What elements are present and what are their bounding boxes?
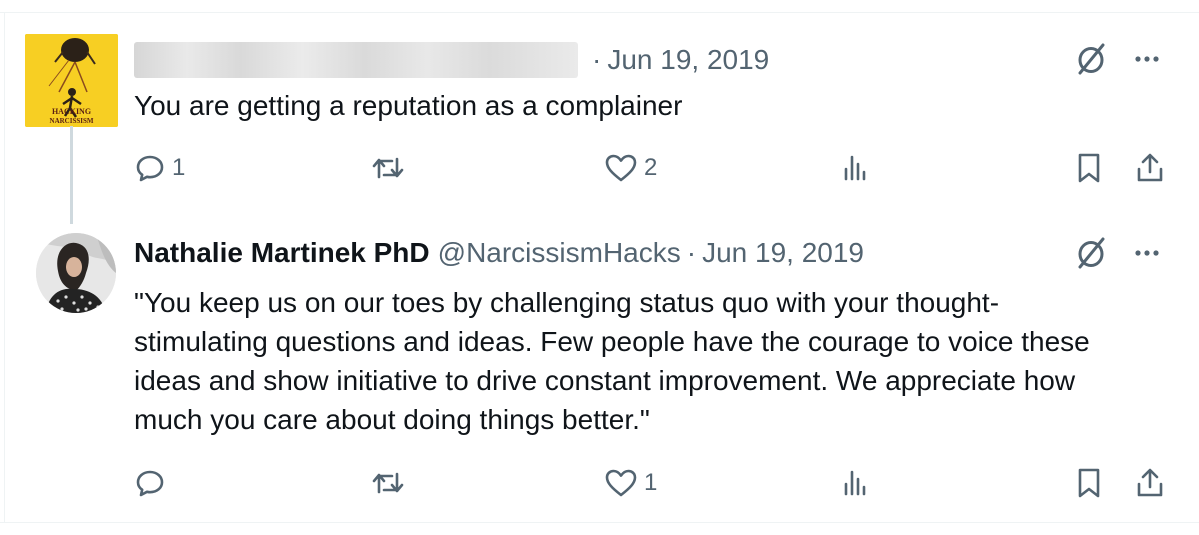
svg-text:NARCISSISM: NARCISSISM: [50, 117, 94, 125]
reply-button[interactable]: 1: [134, 150, 185, 186]
post-date[interactable]: Jun 19, 2019: [702, 237, 864, 269]
separator-dot: ·: [686, 237, 697, 268]
share-button[interactable]: [1134, 150, 1166, 186]
views-button[interactable]: [840, 150, 870, 186]
post-corner-actions: [1074, 236, 1160, 270]
post-corner-actions: [1074, 42, 1160, 76]
like-icon: [605, 469, 637, 497]
share-icon: [1137, 153, 1163, 182]
reply-button[interactable]: [134, 465, 172, 501]
bookmark-button[interactable]: [1074, 150, 1104, 186]
grok-icon[interactable]: [1074, 42, 1108, 76]
grok-icon[interactable]: [1074, 236, 1108, 270]
like-count: 2: [644, 154, 658, 181]
post-text: You are getting a reputation as a compla…: [134, 90, 683, 121]
hacking-narcissism-logo: HACKING NARCISSISM: [25, 34, 118, 127]
repost-button[interactable]: [370, 150, 412, 186]
left-border: [4, 12, 5, 523]
separator-dot: ·: [592, 44, 602, 75]
bottom-divider: [0, 522, 1199, 523]
svg-text:HACKING: HACKING: [52, 107, 91, 116]
views-button[interactable]: [840, 465, 870, 501]
post-date[interactable]: Jun 19, 2019: [607, 44, 769, 76]
avatar-hacking-narcissism[interactable]: HACKING NARCISSISM: [25, 34, 118, 127]
reply-icon: [136, 155, 164, 182]
reply-icon: [136, 470, 164, 497]
top-divider: [0, 12, 1199, 13]
blurred-username: [134, 42, 578, 78]
share-icon: [1137, 468, 1163, 497]
reply-count: 1: [172, 154, 186, 181]
share-button[interactable]: [1134, 465, 1166, 501]
bookmark-icon: [1078, 468, 1100, 498]
views-icon: [844, 470, 866, 496]
repost-icon: [372, 472, 404, 494]
more-icon[interactable]: [1134, 55, 1160, 63]
profile-photo: [36, 233, 116, 313]
post-header: Nathalie Martinek PhD @NarcissismHacks ·…: [134, 233, 864, 273]
handle[interactable]: @NarcissismHacks: [438, 237, 681, 269]
post-text: "You keep us on our toes by challenging …: [134, 287, 1090, 435]
like-icon: [605, 154, 637, 182]
repost-icon: [372, 157, 404, 179]
post-header: · Jun 19, 2019: [134, 40, 769, 80]
repost-button[interactable]: [370, 465, 412, 501]
bookmark-button[interactable]: [1074, 465, 1104, 501]
views-icon: [844, 155, 866, 181]
display-name[interactable]: Nathalie Martinek PhD: [134, 237, 430, 269]
thread-connector: [70, 126, 73, 224]
like-button[interactable]: 2: [604, 150, 657, 186]
post-actions: 1 2: [134, 150, 1174, 186]
post-actions: 1: [134, 465, 1174, 501]
avatar[interactable]: [36, 233, 116, 313]
like-button[interactable]: 1: [604, 465, 657, 501]
like-count: 1: [644, 469, 658, 496]
more-icon[interactable]: [1134, 249, 1160, 257]
bookmark-icon: [1078, 153, 1100, 183]
